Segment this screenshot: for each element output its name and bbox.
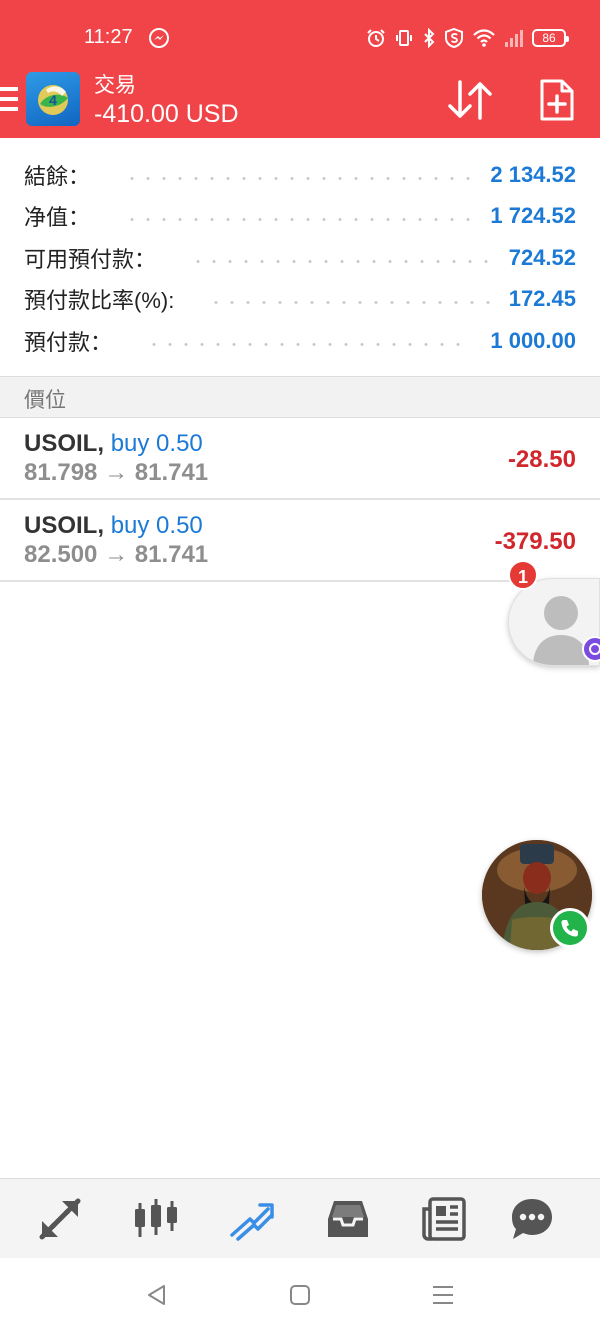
signal-icon bbox=[505, 30, 523, 47]
notification-badge: 1 bbox=[508, 560, 538, 590]
summary-value: 724.52 bbox=[508, 245, 576, 270]
summary-label: 可用預付款： bbox=[24, 247, 157, 272]
position-symbol: USOIL, bbox=[24, 512, 105, 539]
dot-leader bbox=[124, 217, 473, 221]
vibrate-icon bbox=[396, 30, 412, 46]
position-prices: 81.798 → 81.741 bbox=[24, 459, 209, 486]
new-order-icon[interactable] bbox=[534, 78, 578, 122]
summary-label: 預付款比率(%): bbox=[24, 288, 175, 313]
bluetooth-icon bbox=[424, 28, 435, 48]
position-prices: 82.500 → 81.741 bbox=[24, 541, 209, 568]
trade-icon[interactable] bbox=[228, 1195, 276, 1243]
shield-icon bbox=[445, 28, 463, 48]
metatrader-logo: 4 bbox=[26, 72, 80, 126]
summary-value: 2 134.52 bbox=[490, 162, 576, 187]
position-title: USOIL, buy 0.50 bbox=[24, 512, 203, 540]
dot-leader bbox=[208, 300, 491, 304]
status-icons: 86 bbox=[366, 26, 569, 50]
summary-label: 結餘： bbox=[24, 164, 91, 189]
summary-value: 1 724.52 bbox=[490, 203, 576, 228]
status-time: 11:27 bbox=[84, 26, 133, 48]
position-side: buy 0.50 bbox=[110, 512, 203, 539]
chat-icon[interactable] bbox=[508, 1195, 556, 1243]
summary-value: 172.45 bbox=[508, 286, 576, 311]
phone-icon bbox=[550, 908, 590, 948]
position-side: buy 0.50 bbox=[110, 430, 203, 457]
menu-icon[interactable] bbox=[0, 87, 18, 113]
recents-icon[interactable] bbox=[430, 1282, 456, 1308]
bottom-nav bbox=[0, 1178, 600, 1258]
account-summary: 結餘： 2 134.52 净值： 1 724.52 可用預付款： 724.52 … bbox=[0, 138, 600, 376]
dot-leader bbox=[146, 342, 473, 346]
summary-row-margin: 預付款： 1 000.00 bbox=[24, 320, 576, 362]
summary-row-margin-level: 預付款比率(%): 172.45 bbox=[24, 278, 576, 320]
floating-chat-bubble[interactable]: 1 bbox=[508, 560, 600, 666]
summary-row-balance: 結餘： 2 134.52 bbox=[24, 154, 576, 196]
page-title: 交易 bbox=[94, 74, 136, 97]
summary-label: 預付款： bbox=[24, 330, 113, 355]
news-icon[interactable] bbox=[420, 1195, 468, 1243]
account-profit: -410.00 USD bbox=[94, 100, 239, 128]
alarm-icon bbox=[367, 29, 385, 47]
quotes-icon[interactable] bbox=[36, 1195, 84, 1243]
app-bar: 4 交易 -410.00 USD bbox=[0, 60, 600, 138]
position-symbol: USOIL, bbox=[24, 430, 105, 457]
wifi-icon bbox=[473, 29, 495, 47]
summary-value: 1 000.00 bbox=[490, 328, 576, 353]
position-title: USOIL, buy 0.50 bbox=[24, 430, 203, 458]
position-profit: -28.50 bbox=[507, 446, 576, 473]
chart-icon[interactable] bbox=[132, 1195, 180, 1243]
summary-label: 净值： bbox=[24, 205, 91, 230]
battery-icon: 86 bbox=[532, 29, 569, 47]
dot-leader bbox=[124, 176, 473, 180]
floating-call-bubble[interactable] bbox=[482, 840, 592, 950]
position-row[interactable]: USOIL, buy 0.50 81.798 → 81.741 -28.50 bbox=[0, 418, 600, 500]
section-title: 價位 bbox=[24, 389, 66, 412]
dot-leader bbox=[190, 259, 491, 263]
summary-row-free-margin: 可用預付款： 724.52 bbox=[24, 237, 576, 279]
summary-row-equity: 净值： 1 724.52 bbox=[24, 195, 576, 237]
section-header-positions: 價位 bbox=[0, 376, 600, 418]
position-profit: -379.50 bbox=[494, 528, 576, 555]
status-bar: 11:27 86 bbox=[0, 0, 600, 60]
messenger-icon bbox=[149, 28, 169, 48]
home-icon[interactable] bbox=[287, 1282, 313, 1308]
svg-text:4: 4 bbox=[49, 92, 57, 108]
history-icon[interactable] bbox=[324, 1195, 372, 1243]
chat-mini-icon bbox=[582, 636, 600, 662]
sort-icon[interactable] bbox=[446, 78, 494, 122]
back-icon[interactable] bbox=[144, 1282, 170, 1308]
system-nav-bar bbox=[0, 1258, 600, 1333]
